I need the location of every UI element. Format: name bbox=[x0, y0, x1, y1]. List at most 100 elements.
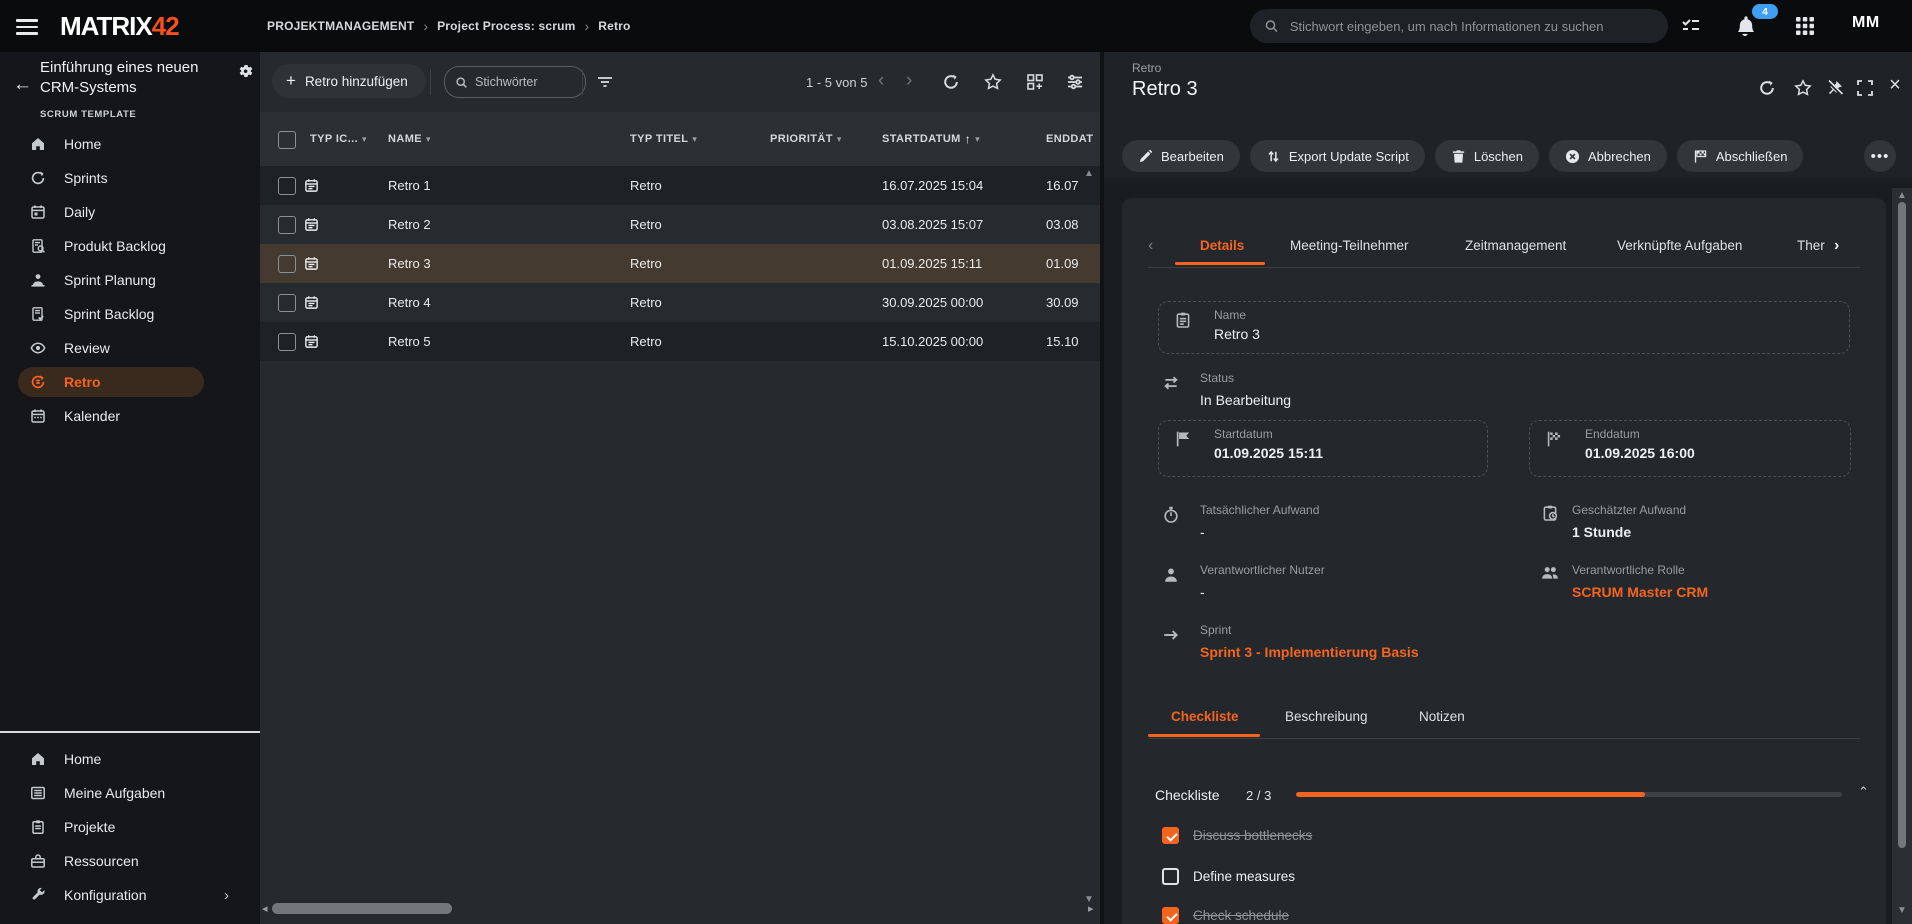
scroll-up-icon[interactable]: ▲ bbox=[1897, 190, 1907, 201]
global-search-input[interactable] bbox=[1288, 18, 1654, 35]
sidebar-item-sprint-backlog[interactable]: Sprint Backlog bbox=[0, 297, 260, 331]
row-checkbox[interactable] bbox=[278, 255, 296, 273]
scroll-down-icon[interactable]: ▼ bbox=[1897, 905, 1907, 916]
table-row-retro-5[interactable]: Retro 5 Retro 15.10.2025 00:00 15.10 bbox=[260, 322, 1100, 361]
sidebar-item-retro[interactable]: Retro bbox=[0, 365, 260, 399]
tab-verknuepfte-aufgaben[interactable]: Verknüpfte Aufgaben bbox=[1617, 238, 1742, 253]
checkbox-checked[interactable] bbox=[1162, 907, 1179, 924]
vertical-scrollbar-thumb[interactable] bbox=[1898, 202, 1906, 848]
row-checkbox[interactable] bbox=[278, 294, 296, 312]
view-settings-icon[interactable] bbox=[1066, 73, 1084, 91]
notifications-bell-icon[interactable] bbox=[1733, 14, 1757, 38]
export-update-script-button[interactable]: Export Update Script bbox=[1250, 140, 1425, 172]
checkbox-checked[interactable] bbox=[1162, 827, 1179, 844]
field-name[interactable] bbox=[1158, 301, 1850, 354]
loeschen-button[interactable]: Löschen bbox=[1435, 140, 1539, 172]
checklist-item[interactable]: Discuss bottlenecks bbox=[1162, 827, 1312, 844]
column-header-typ-icon[interactable]: TYP IC...▾ bbox=[310, 112, 367, 166]
checkbox-unchecked[interactable] bbox=[1162, 868, 1179, 885]
collapse-chevron-up-icon[interactable]: ⌃ bbox=[1858, 784, 1869, 800]
scroll-left-icon[interactable]: ◂ bbox=[262, 902, 268, 915]
field-value: - bbox=[1200, 584, 1205, 600]
card-view-icon[interactable] bbox=[1026, 73, 1044, 91]
close-icon[interactable]: × bbox=[1886, 76, 1904, 94]
tab-meeting-teilnehmer[interactable]: Meeting-Teilnehmer bbox=[1290, 238, 1409, 253]
global-search[interactable] bbox=[1250, 9, 1668, 43]
favorite-star-icon[interactable] bbox=[1794, 79, 1812, 97]
tabs-scroll-left-icon[interactable]: ‹ bbox=[1148, 237, 1153, 255]
chevron-right-icon[interactable]: › bbox=[224, 887, 229, 904]
sidebar-item-sprints[interactable]: Sprints bbox=[0, 161, 260, 195]
tab-themen[interactable]: Ther bbox=[1797, 238, 1825, 253]
back-arrow-icon[interactable]: ← bbox=[13, 74, 32, 96]
column-header-typ-titel[interactable]: TYP TITEL▾ bbox=[630, 112, 697, 166]
sidebar-item-home[interactable]: Home bbox=[0, 127, 260, 161]
subtab-notizen[interactable]: Notizen bbox=[1419, 709, 1465, 724]
checklist-item[interactable]: Check schedule bbox=[1162, 907, 1289, 924]
sidebar-item-review[interactable]: Review bbox=[0, 331, 260, 365]
sprint-link[interactable]: Sprint 3 - Implementierung Basis bbox=[1200, 644, 1419, 660]
flag-icon bbox=[1174, 430, 1192, 448]
sidebar-item-produkt-backlog[interactable]: Produkt Backlog bbox=[0, 229, 260, 263]
sidebar-item-konfiguration[interactable]: Konfiguration › bbox=[0, 878, 260, 912]
field-startdatum[interactable] bbox=[1158, 420, 1488, 477]
sidebar-item-projekte[interactable]: Projekte bbox=[0, 810, 260, 844]
breadcrumb-projektmanagement[interactable]: PROJEKTMANAGEMENT bbox=[267, 19, 414, 33]
abbrechen-button[interactable]: Abbrechen bbox=[1549, 140, 1667, 172]
row-checkbox[interactable] bbox=[278, 216, 296, 234]
table-row-retro-1[interactable]: Retro 1 Retro 16.07.2025 15:04 16.07 bbox=[260, 166, 1100, 205]
table-row-retro-3-selected[interactable]: Retro 3 Retro 01.09.2025 15:11 01.09 bbox=[260, 244, 1100, 283]
breadcrumb-project-process[interactable]: Project Process: scrum bbox=[437, 19, 575, 33]
cell-name: Retro 5 bbox=[388, 322, 431, 361]
add-retro-button[interactable]: + Retro hinzufügen bbox=[272, 64, 426, 98]
page-previous-icon[interactable]: ‹ bbox=[878, 70, 884, 92]
column-header-startdatum[interactable]: STARTDATUM↑▾ bbox=[882, 112, 980, 166]
abschliessen-button[interactable]: Abschließen bbox=[1677, 140, 1804, 172]
favorite-star-icon[interactable] bbox=[984, 73, 1002, 91]
cell-enddatum: 01.09 bbox=[1046, 244, 1079, 283]
subtab-beschreibung[interactable]: Beschreibung bbox=[1285, 709, 1368, 724]
breadcrumb-retro[interactable]: Retro bbox=[598, 19, 630, 33]
row-checkbox[interactable] bbox=[278, 177, 296, 195]
user-avatar[interactable]: MM bbox=[1852, 14, 1880, 32]
scroll-right-icon[interactable]: ▸ bbox=[1088, 902, 1094, 915]
subtab-checkliste[interactable]: Checkliste bbox=[1171, 709, 1239, 724]
select-all-checkbox[interactable] bbox=[278, 131, 296, 149]
cell-name: Retro 3 bbox=[388, 244, 431, 283]
checklist-item[interactable]: Define measures bbox=[1162, 868, 1295, 885]
column-header-prioritaet[interactable]: PRIORITÄT▾ bbox=[770, 112, 842, 166]
expand-icon[interactable] bbox=[1856, 79, 1874, 97]
column-header-enddatum[interactable]: ENDDAT bbox=[1046, 112, 1093, 166]
tasks-icon[interactable] bbox=[1679, 14, 1703, 38]
sidebar-item-home-global[interactable]: Home bbox=[0, 742, 260, 776]
bearbeiten-button[interactable]: Bearbeiten bbox=[1122, 140, 1240, 172]
cell-typ-titel: Retro bbox=[630, 283, 662, 322]
column-header-name[interactable]: NAME▾ bbox=[388, 112, 431, 166]
row-checkbox[interactable] bbox=[278, 333, 296, 351]
table-row-retro-4[interactable]: Retro 4 Retro 30.09.2025 00:00 30.09 bbox=[260, 283, 1100, 322]
table-header: TYP IC...▾ NAME▾ TYP TITEL▾ PRIORITÄT▾ S… bbox=[260, 112, 1100, 166]
unpin-icon[interactable] bbox=[1826, 79, 1844, 97]
gear-icon[interactable] bbox=[238, 63, 254, 79]
sidebar-item-meine-aufgaben[interactable]: Meine Aufgaben bbox=[0, 776, 260, 810]
tab-details[interactable]: Details bbox=[1200, 238, 1244, 253]
sidebar-item-daily[interactable]: Daily bbox=[0, 195, 260, 229]
sidebar-item-kalender[interactable]: Kalender bbox=[0, 399, 260, 433]
more-actions-button[interactable]: ••• bbox=[1864, 140, 1896, 172]
horizontal-scrollbar-thumb[interactable] bbox=[272, 903, 452, 914]
sidebar-item-ressourcen[interactable]: Ressourcen bbox=[0, 844, 260, 878]
refresh-icon[interactable] bbox=[942, 73, 960, 91]
keyword-filter-input[interactable]: Stichwörter bbox=[444, 66, 586, 98]
verantwortliche-rolle-link[interactable]: SCRUM Master CRM bbox=[1572, 584, 1708, 600]
refresh-icon[interactable] bbox=[1758, 79, 1776, 97]
tab-zeitmanagement[interactable]: Zeitmanagement bbox=[1465, 238, 1566, 253]
scroll-up-icon[interactable]: ▲ bbox=[1084, 168, 1094, 179]
sidebar-item-sprint-planung[interactable]: Sprint Planung bbox=[0, 263, 260, 297]
hamburger-menu-icon[interactable] bbox=[16, 15, 38, 37]
matrix42-logo[interactable]: MATRIX42 bbox=[60, 11, 179, 42]
table-row-retro-2[interactable]: Retro 2 Retro 03.08.2025 15:07 03.08 bbox=[260, 205, 1100, 244]
page-next-icon[interactable]: › bbox=[906, 70, 912, 92]
filter-icon[interactable] bbox=[596, 73, 614, 91]
apps-grid-icon[interactable] bbox=[1793, 14, 1817, 38]
tabs-scroll-right-icon[interactable]: › bbox=[1834, 237, 1839, 255]
